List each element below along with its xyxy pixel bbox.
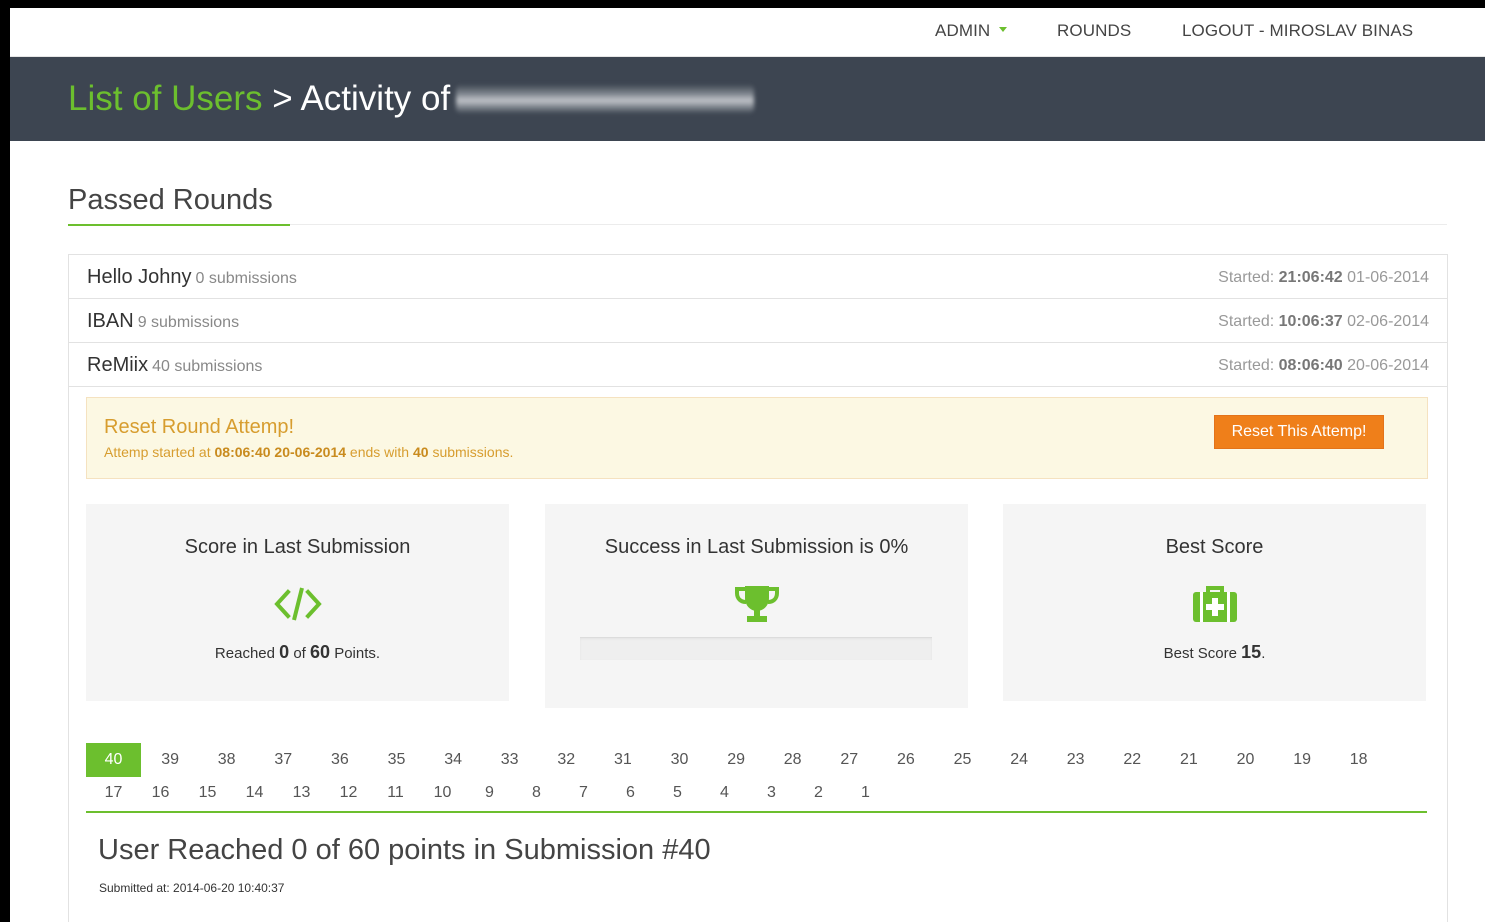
alert-text-part: Attemp started at [104,444,215,460]
card-title: Best Score [1165,536,1264,558]
card-text: Reached 0 of 60 Points. [86,642,509,663]
card-text-part: . [1261,645,1266,662]
alert-text: Attemp started at 08:06:40 20-06-2014 en… [104,444,513,460]
page-24-link[interactable]: 24 [992,743,1047,777]
submission-result-title: User Reached 0 of 60 points in Submissio… [98,834,711,866]
alert-title: Reset Round Attemp! [104,416,295,438]
started-time: 08:06:40 [1278,357,1343,374]
round-submissions: 40 submissions [152,358,263,375]
round-title: IBAN [87,310,134,332]
nav-admin-label: ADMIN [935,21,991,40]
section-title-passed-rounds: Passed Rounds [68,184,273,216]
pagination-divider [86,811,1427,813]
round-row-hello-johny[interactable]: Hello Johny 0 submissions Started: 21:06:… [69,255,1447,299]
top-navbar: ADMIN ROUNDS LOGOUT - MIROSLAV BINAS [10,8,1485,57]
page-29-link[interactable]: 29 [709,743,764,777]
started-date: 01-06-2014 [1347,269,1429,286]
card-text-part: Reached [214,645,280,662]
round-name: Hello Johny 0 submissions [87,266,297,289]
card-text: Best Score 15. [1003,642,1426,663]
page-35-link[interactable]: 35 [369,743,424,777]
reset-attempt-alert: Reset Round Attemp! Attemp started at 08… [86,397,1428,479]
reset-attempt-button[interactable]: Reset This Attemp! [1214,415,1384,449]
card-title: Score in Last Submission [184,536,411,558]
medkit-icon [1003,584,1426,624]
page-38-link[interactable]: 38 [199,743,254,777]
page-34-link[interactable]: 34 [426,743,481,777]
nav-rounds-link[interactable]: ROUNDS [1057,21,1131,41]
round-name: ReMiix 40 submissions [87,354,262,377]
round-submissions: 0 submissions [195,270,297,287]
round-started: Started: 10:06:37 02-06-2014 [1218,313,1429,331]
page-22-link[interactable]: 22 [1105,743,1160,777]
round-row-iban[interactable]: IBAN 9 submissions Started: 10:06:37 02-0… [69,299,1447,343]
page-28-link[interactable]: 28 [765,743,820,777]
alert-submission-count: 40 [412,444,429,460]
nav-admin-dropdown[interactable]: ADMIN [935,21,1008,41]
breadcrumb-current: > Activity of [262,79,451,118]
section-divider [290,224,1447,225]
score-last-submission-card: Score in Last Submission Reached 0 of 60… [86,504,509,701]
breadcrumb-list-of-users-link[interactable]: List of Users [68,79,263,118]
started-time: 21:06:42 [1278,269,1343,286]
page-header: List of Users > Activity of [10,57,1485,141]
page-20-link[interactable]: 20 [1218,743,1273,777]
trophy-icon [545,584,968,624]
round-submissions: 9 submissions [137,314,240,331]
page-27-link[interactable]: 27 [822,743,877,777]
round-started: Started: 08:06:40 20-06-2014 [1218,357,1429,375]
page-39-link[interactable]: 39 [143,743,198,777]
caret-down-icon [999,27,1008,33]
page-19-link[interactable]: 19 [1275,743,1330,777]
page-31-link[interactable]: 31 [595,743,650,777]
round-started: Started: 21:06:42 01-06-2014 [1218,269,1429,287]
page-37-link[interactable]: 37 [256,743,311,777]
breadcrumb: List of Users > Activity of [68,79,755,119]
started-label: Started: [1218,269,1275,286]
code-icon [86,584,509,624]
page-33-link[interactable]: 33 [482,743,537,777]
started-date: 20-06-2014 [1347,357,1429,374]
card-text-part: of [289,645,311,662]
page-32-link[interactable]: 32 [539,743,594,777]
round-title: ReMiix [87,354,149,376]
card-text-part: Best Score [1163,645,1242,662]
alert-started-at: 08:06:40 20-06-2014 [214,444,347,460]
total-points: 60 [310,642,331,662]
card-text-part: Points. [330,645,381,662]
page-36-link[interactable]: 36 [312,743,367,777]
page-26-link[interactable]: 26 [878,743,933,777]
card-title: Success in Last Submission is 0% [604,536,909,558]
nav-logout-link[interactable]: LOGOUT - MIROSLAV BINAS [1182,21,1413,41]
started-label: Started: [1218,313,1275,330]
page-18-link[interactable]: 18 [1331,743,1386,777]
page-25-link[interactable]: 25 [935,743,990,777]
page-23-link[interactable]: 23 [1048,743,1103,777]
redacted-user-name [456,83,755,114]
round-title: Hello Johny [87,266,192,288]
page-1-link[interactable]: 1 [838,777,893,809]
started-date: 02-06-2014 [1347,313,1429,330]
alert-text-part: submissions. [428,444,514,460]
round-row-remiix[interactable]: ReMiix 40 submissions Started: 08:06:40 2… [69,343,1447,387]
page-30-link[interactable]: 30 [652,743,707,777]
rounds-list: Hello Johny 0 submissions Started: 21:06:… [68,254,1448,387]
reached-points: 0 [279,642,290,662]
page-21-link[interactable]: 21 [1161,743,1216,777]
started-label: Started: [1218,357,1275,374]
success-progress-bar [580,637,932,660]
best-score-value: 15 [1241,642,1262,662]
section-title-underline [68,224,290,226]
submission-timestamp: Submitted at: 2014-06-20 10:40:37 [99,881,285,895]
success-last-submission-card: Success in Last Submission is 0% [545,504,968,708]
alert-text-part: ends with [346,444,413,460]
app-window: ADMIN ROUNDS LOGOUT - MIROSLAV BINAS Lis… [10,8,1485,922]
round-name: IBAN 9 submissions [87,310,239,333]
best-score-card: Best Score Best Score 15. [1003,504,1426,701]
started-time: 10:06:37 [1278,313,1343,330]
page-40-link[interactable]: 40 [86,743,141,777]
